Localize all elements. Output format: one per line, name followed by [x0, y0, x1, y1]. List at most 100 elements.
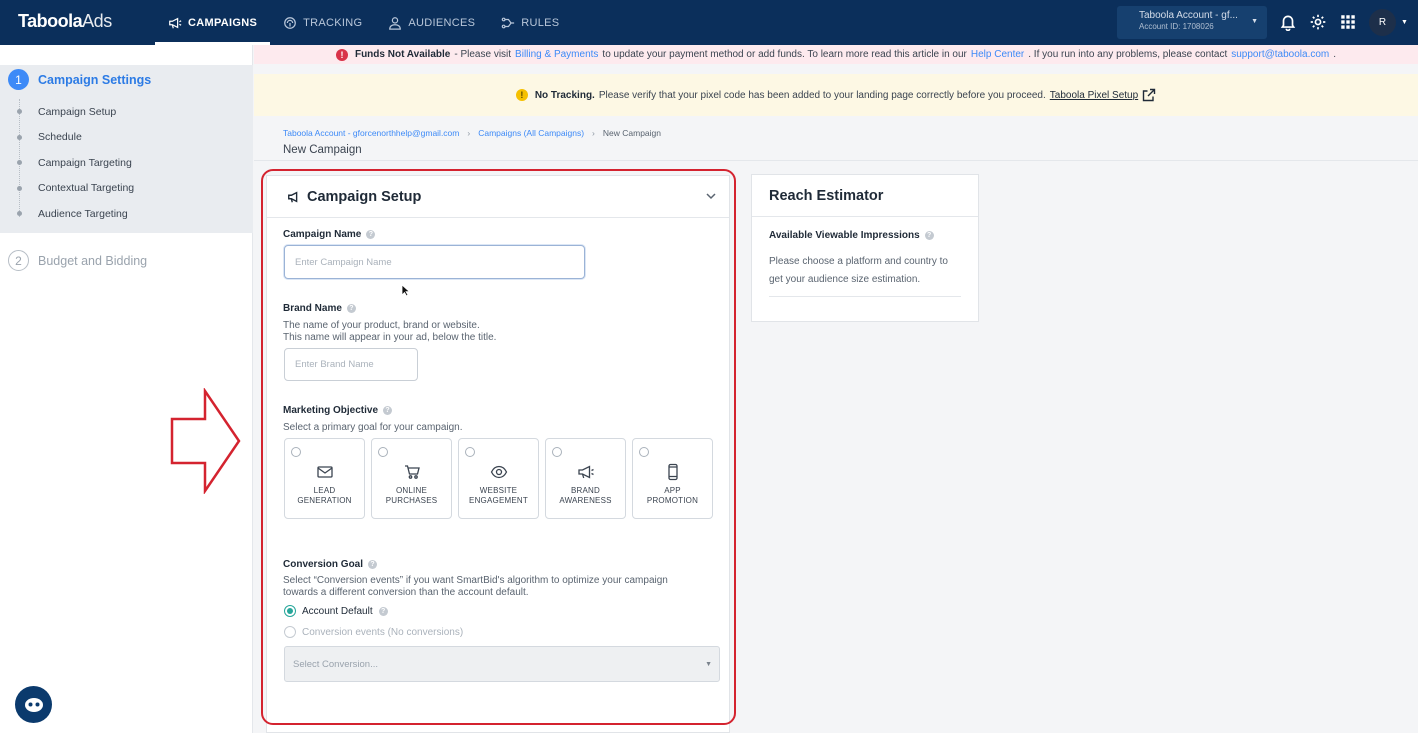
breadcrumb-separator: › [592, 128, 595, 138]
radio-conversion-events[interactable]: Conversion events (No conversions) [284, 626, 463, 638]
help-icon[interactable]: ? [346, 304, 356, 313]
external-link-icon[interactable] [1142, 88, 1156, 102]
objective-radio[interactable] [552, 447, 562, 457]
envelope-icon [316, 466, 333, 478]
cart-icon [404, 465, 420, 479]
substep-contextual-targeting[interactable]: Contextual Targeting [16, 176, 134, 202]
caret-down-icon: ▼ [1251, 18, 1258, 25]
objective-label: ONLINE PURCHASES [386, 486, 438, 506]
avatar[interactable]: R [1369, 9, 1396, 36]
nav-tracking[interactable]: TRACKING [270, 0, 375, 45]
page-title: New Campaign [283, 144, 362, 156]
pixel-setup-link[interactable]: Taboola Pixel Setup [1050, 90, 1138, 101]
megaphone-icon [169, 17, 182, 28]
taboola-ads-logo[interactable]: TaboolaAds [18, 11, 112, 32]
help-icon[interactable]: ? [368, 560, 378, 569]
help-center-link[interactable]: Help Center [971, 49, 1024, 60]
breadcrumb-account[interactable]: Taboola Account - gforcenorthhelp@gmail.… [283, 128, 459, 138]
reach-estimator-subtitle-text: Available Viewable Impressions [769, 230, 920, 241]
megaphone-icon [288, 190, 298, 203]
objective-app-promotion[interactable]: APP PROMOTION [632, 438, 713, 519]
help-icon[interactable]: ? [366, 230, 376, 239]
objective-label-line: BRAND [570, 486, 600, 495]
sidebar-step-campaign-settings[interactable]: 1 Campaign Settings [8, 69, 151, 90]
nav-rules[interactable]: RULES [488, 0, 572, 45]
radio-selected[interactable] [284, 605, 296, 617]
brand-name-label: Brand Name ? [283, 303, 356, 314]
help-icon[interactable]: ? [924, 231, 934, 240]
brand-name-desc: The name of your product, brand or websi… [283, 320, 496, 344]
objective-label: LEAD GENERATION [297, 486, 351, 506]
megaphone-icon [577, 465, 594, 479]
objective-online-purchases[interactable]: ONLINE PURCHASES [371, 438, 452, 519]
campaign-name-input[interactable] [284, 245, 585, 279]
radio-conversion-events-label: Conversion events (No conversions) [302, 626, 464, 638]
objective-label-line: APP [664, 486, 681, 495]
brand-name-label-text: Brand Name [283, 303, 342, 314]
breadcrumb: Taboola Account - gforcenorthhelp@gmail.… [283, 128, 661, 138]
campaign-setup-header[interactable]: Campaign Setup [267, 176, 729, 218]
brand-name-desc-line: This name will appear in your ad, below … [283, 332, 497, 343]
logo-suffix-text: Ads [82, 11, 112, 31]
reach-estimator-title: Reach Estimator [752, 175, 978, 217]
funds-banner-title: Funds Not Available [354, 49, 451, 60]
marketing-objective-label-text: Marketing Objective [283, 405, 379, 416]
breadcrumb-campaigns[interactable]: Campaigns (All Campaigns) [478, 128, 584, 138]
brand-name-input[interactable] [284, 348, 418, 381]
step-number: 1 [8, 69, 29, 90]
nav-campaigns[interactable]: CAMPAIGNS [155, 0, 271, 45]
help-icon[interactable]: ? [383, 406, 393, 415]
reach-estimator-card: Reach Estimator Available Viewable Impre… [751, 174, 979, 322]
apps-grid-icon[interactable] [1339, 13, 1357, 31]
funds-banner-text: to update your payment method or add fun… [602, 49, 967, 60]
tracking-icon [284, 16, 296, 29]
select-conversion-placeholder: Select Conversion... [293, 658, 379, 670]
gear-icon[interactable] [1309, 13, 1327, 31]
support-email-link[interactable]: support@taboola.com [1231, 49, 1329, 60]
sidebar-step-budget-bidding[interactable]: 2 Budget and Bidding [8, 250, 147, 271]
objective-radio[interactable] [465, 447, 475, 457]
objective-options: LEAD GENERATION ONLINE PURCHASES WEBSITE EN… [284, 438, 713, 519]
objective-radio[interactable] [291, 447, 301, 457]
account-name: Taboola Account - gf... [1139, 10, 1238, 21]
conversion-goal-label: Conversion Goal ? [283, 559, 378, 570]
objective-radio[interactable] [639, 447, 649, 457]
reach-estimator-subtitle: Available Viewable Impressions ? [769, 230, 934, 241]
eye-icon [490, 465, 507, 479]
help-icon[interactable]: ? [378, 606, 388, 616]
campaign-setup-title: Campaign Setup [307, 188, 422, 205]
objective-label-line: PROMOTION [646, 496, 699, 505]
marketing-objective-desc: Select a primary goal for your campaign. [283, 422, 463, 433]
avatar-caret-icon[interactable]: ▼ [1401, 19, 1408, 26]
radio-unselected[interactable] [284, 626, 296, 638]
brand-name-desc-line: The name of your product, brand or websi… [283, 320, 480, 331]
substep-audience-targeting[interactable]: Audience Targeting [16, 201, 134, 227]
mouse-cursor-icon [401, 284, 410, 297]
tracking-banner: ! No Tracking. Please verify that your p… [254, 74, 1418, 116]
objective-brand-awareness[interactable]: BRAND AWARENESS [545, 438, 626, 519]
bell-icon[interactable] [1279, 13, 1297, 31]
funds-banner: ! Funds Not Available - Please visit Bil… [254, 45, 1418, 64]
chat-help-button[interactable] [15, 686, 52, 723]
objective-label-line: ONLINE [396, 486, 427, 495]
objective-radio[interactable] [378, 447, 388, 457]
objective-website-engagement[interactable]: WEBSITE ENGAGEMENT [458, 438, 539, 519]
nav-audiences-label: AUDIENCES [408, 16, 476, 29]
substep-campaign-setup[interactable]: Campaign Setup [16, 99, 134, 125]
nav-audiences[interactable]: AUDIENCES [375, 0, 488, 45]
chevron-down-icon[interactable] [705, 190, 717, 202]
campaign-name-label-text: Campaign Name [283, 229, 362, 240]
billing-payments-link[interactable]: Billing & Payments [515, 49, 598, 60]
objective-label-line: LEAD [313, 486, 336, 495]
funds-banner-text: . If you run into any problems, please c… [1028, 49, 1228, 60]
nav-campaigns-label: CAMPAIGNS [188, 16, 258, 29]
tracking-banner-title: No Tracking. [534, 89, 595, 101]
account-switcher[interactable]: Taboola Account - gf... Account ID: 1708… [1117, 6, 1267, 39]
objective-label-line: WEBSITE [479, 486, 518, 495]
objective-lead-generation[interactable]: LEAD GENERATION [284, 438, 365, 519]
select-conversion-dropdown[interactable]: Select Conversion... ▼ [284, 646, 720, 682]
substep-campaign-targeting[interactable]: Campaign Targeting [16, 150, 134, 176]
substep-schedule[interactable]: Schedule [16, 125, 134, 151]
nav-rules-label: RULES [521, 16, 560, 29]
radio-account-default[interactable]: Account Default ? [284, 605, 388, 617]
